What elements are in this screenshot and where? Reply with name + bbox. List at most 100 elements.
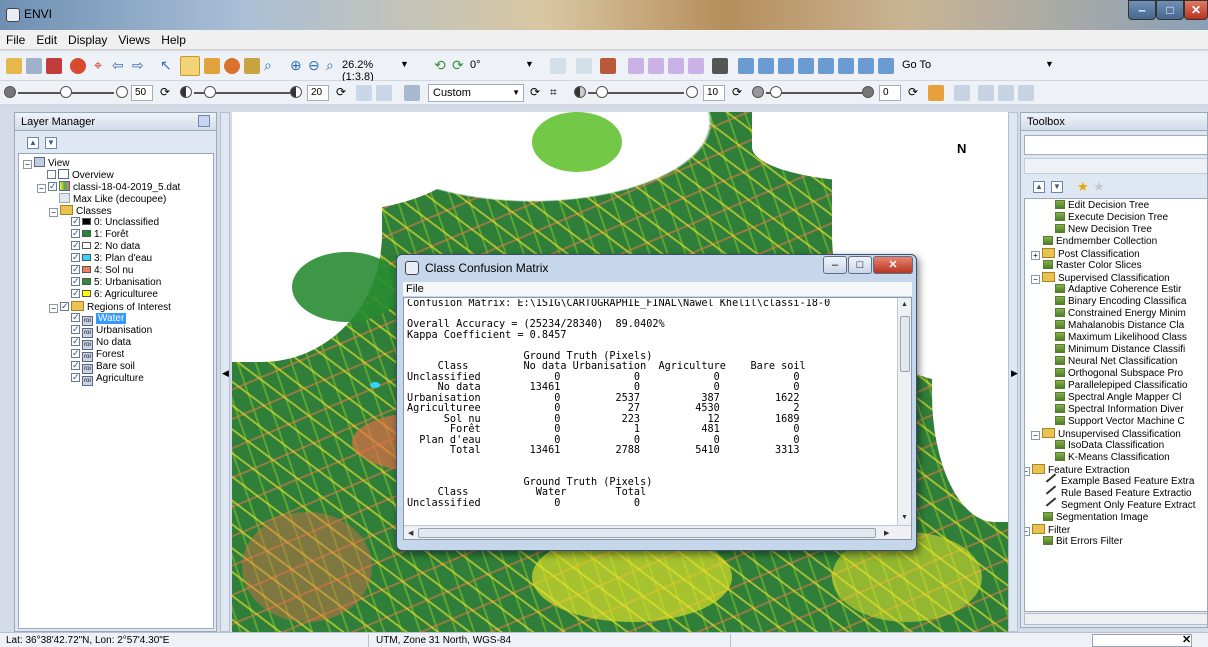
transparency-value[interactable]: 0 (879, 85, 901, 101)
dialog-close-button[interactable]: ✕ (873, 256, 913, 274)
toolbox-folder[interactable]: −Filter (1025, 524, 1070, 536)
tool-item[interactable]: Edit Decision Tree (1055, 200, 1149, 212)
brightness-value[interactable]: 50 (131, 85, 153, 101)
toolbox-expand-icon[interactable]: ▼ (1051, 181, 1063, 193)
contrast-value[interactable]: 20 (307, 85, 329, 101)
vertical-scroll-thumb[interactable] (900, 316, 910, 372)
sharpen-reset-icon[interactable]: ⟳ (732, 85, 748, 101)
dialog-maximize-button[interactable]: □ (848, 256, 872, 274)
class-item[interactable]: 0: Unclassified (71, 215, 159, 229)
data-manager-icon[interactable] (26, 58, 42, 74)
minimize-button[interactable]: ‒ (1128, 0, 1156, 20)
zoom-in-icon[interactable]: ⊕ (290, 58, 306, 74)
matrix-horizontal-scrollbar[interactable]: ◀ ▶ (404, 525, 911, 539)
menu-edit[interactable]: Edit (30, 30, 62, 47)
tool-item[interactable]: Spectral Angle Mapper Cl (1055, 392, 1181, 404)
tool-item[interactable]: IsoData Classification (1055, 440, 1164, 452)
view-1x2-icon[interactable] (998, 85, 1014, 101)
scroll-down-icon[interactable]: ▼ (901, 514, 908, 521)
collapse-icon[interactable]: − (1031, 275, 1040, 284)
expand-icon[interactable]: + (1031, 251, 1040, 260)
roi-item[interactable]: roiNo data (71, 335, 131, 350)
right-panel-splitter[interactable]: ▶ (1008, 112, 1018, 632)
portal-icon[interactable] (798, 58, 814, 74)
left-panel-splitter[interactable]: ◀ (220, 112, 230, 632)
tool-item[interactable]: Constrained Energy Minim (1055, 308, 1186, 320)
select-cursor-icon[interactable]: ↖ (160, 58, 176, 74)
collapse-icon[interactable]: − (23, 160, 32, 169)
tree-view-node[interactable]: − View (23, 157, 70, 169)
rotation-combo[interactable]: 0° (466, 57, 526, 75)
transparency-reset-icon[interactable]: ⟳ (908, 85, 924, 101)
roi-item[interactable]: roiAgriculture (71, 371, 144, 386)
vector-icon[interactable] (628, 58, 644, 74)
pin-icon[interactable] (70, 58, 86, 74)
roi-checkbox[interactable] (71, 323, 80, 335)
class-checkbox[interactable] (71, 287, 80, 299)
layer-icon[interactable] (576, 58, 592, 74)
measure-icon[interactable] (758, 58, 774, 74)
collapse-left-icon[interactable]: ◀ (222, 368, 229, 379)
collapse-all-icon[interactable]: ▲ (27, 137, 39, 149)
horizontal-scroll-thumb[interactable] (418, 528, 876, 538)
roi-checkbox[interactable] (71, 371, 80, 383)
zoom-out-icon[interactable]: ⊖ (308, 58, 324, 74)
crosshair-icon[interactable]: ⌖ (90, 58, 106, 74)
tree-method-node[interactable]: Max Like (decoupee) (59, 193, 166, 205)
tool-item[interactable]: Raster Color Slices (1043, 260, 1142, 272)
menu-file[interactable]: File (0, 30, 30, 47)
stretch-type-icon[interactable] (356, 85, 372, 101)
zoom-icon[interactable]: ⌕ (264, 58, 280, 74)
view-2x2-icon[interactable] (1018, 85, 1034, 101)
tool-item[interactable]: Neural Net Classification (1055, 356, 1178, 368)
sharpen-value[interactable]: 10 (703, 85, 725, 101)
profile-icon[interactable] (928, 85, 944, 101)
vector-split-icon[interactable] (688, 58, 704, 74)
goto-combo[interactable]: Go To (898, 57, 1058, 75)
scroll-right-icon[interactable]: ▶ (884, 529, 889, 537)
tool-item[interactable]: New Decision Tree (1055, 224, 1152, 236)
tool-item[interactable]: Example Based Feature Extra (1043, 473, 1194, 488)
tool-item[interactable]: Segment Only Feature Extract (1043, 497, 1196, 512)
sharpen-knob[interactable] (596, 86, 608, 98)
zoom-combo[interactable]: 26.2% (1:3.8) (338, 57, 398, 83)
swipe-icon[interactable] (838, 58, 854, 74)
collapse-icon[interactable]: − (49, 304, 58, 313)
roi-checkbox[interactable] (71, 311, 80, 323)
mosaic-icon[interactable] (738, 58, 754, 74)
rotate-icon[interactable] (224, 58, 240, 74)
close-button[interactable]: ✕ (1184, 0, 1208, 20)
expand-all-icon[interactable]: ▼ (45, 137, 57, 149)
class-item[interactable]: 6: Agriculturee (71, 287, 158, 301)
class-checkbox[interactable] (71, 251, 80, 263)
collapse-right-icon[interactable]: ▶ (1011, 368, 1018, 379)
grid-icon[interactable]: ⌗ (550, 85, 566, 101)
class-item[interactable]: 4: Sol nu (71, 263, 133, 277)
toolbox-folder[interactable]: −Feature Extraction (1025, 464, 1130, 476)
tool-item[interactable]: Spectral Information Diver (1055, 404, 1184, 416)
roi-icon[interactable] (712, 58, 728, 74)
roi-item[interactable]: roiBare soil (71, 359, 135, 374)
pan-icon[interactable] (244, 58, 260, 74)
dialog-menu-file[interactable]: File (406, 283, 424, 295)
tool-item[interactable]: Orthogonal Subspace Pro (1055, 368, 1183, 380)
recent-star-icon[interactable]: ★ (1093, 179, 1105, 195)
menu-display[interactable]: Display (62, 30, 112, 47)
brightness-knob[interactable] (60, 86, 72, 98)
favorites-star-icon[interactable]: ★ (1077, 179, 1089, 195)
print-icon[interactable] (46, 58, 62, 74)
class-item[interactable]: 2: No data (71, 239, 140, 253)
class-checkbox[interactable] (71, 263, 80, 275)
view-icon[interactable] (550, 58, 566, 74)
class-checkbox[interactable] (71, 239, 80, 251)
class-item[interactable]: 3: Plan d'eau (71, 251, 152, 265)
blend-icon[interactable] (858, 58, 874, 74)
tool-item[interactable]: Mahalanobis Distance Cla (1055, 320, 1184, 332)
toolbox-filter-bar[interactable] (1024, 158, 1207, 174)
contrast-reset-icon[interactable]: ⟳ (336, 85, 352, 101)
collapse-icon[interactable]: − (37, 184, 46, 193)
tool-item[interactable]: Adaptive Coherence Estir (1055, 284, 1181, 296)
overview-checkbox[interactable] (47, 170, 56, 179)
tool-item[interactable]: Execute Decision Tree (1055, 212, 1168, 224)
toolbox-folder[interactable]: − Supervised Classification (1031, 272, 1170, 284)
